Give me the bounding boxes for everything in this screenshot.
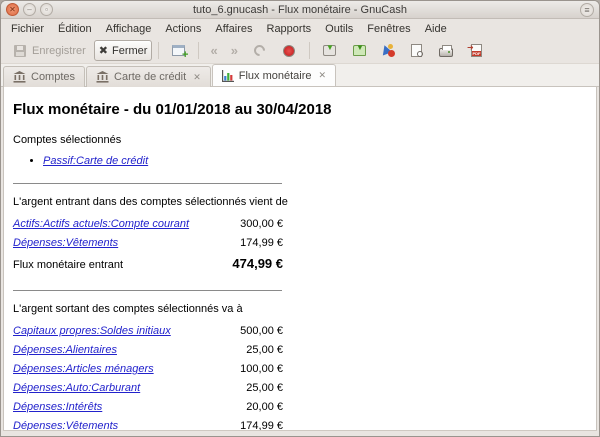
table-row: Dépenses:Vêtements 174,99 € [13, 419, 283, 430]
total-label: Flux monétaire entrant [13, 256, 123, 274]
menu-actions[interactable]: Actions [158, 21, 208, 37]
back-icon: « [210, 44, 217, 57]
table-row: Dépenses:Alientaires 25,00 € [13, 343, 283, 358]
reload-icon [251, 43, 268, 59]
menu-fenetres[interactable]: Fenêtres [360, 21, 417, 37]
export-pdf-icon [468, 43, 485, 59]
selected-accounts-heading: Comptes sélectionnés [13, 134, 596, 146]
chart-icon [222, 70, 234, 82]
report-options-button[interactable] [376, 40, 400, 61]
amount: 300,00 € [240, 217, 283, 232]
tab-comptes[interactable]: Comptes [3, 66, 85, 87]
table-row: Dépenses:Intérêts 20,00 € [13, 400, 283, 415]
divider [13, 290, 282, 291]
toolbar-separator [309, 42, 310, 59]
tab-label: Flux monétaire [239, 70, 312, 82]
account-link[interactable]: Dépenses:Auto:Carburant [13, 381, 140, 396]
total-amount: 474,99 € [232, 255, 283, 273]
forward-icon: » [231, 44, 238, 57]
toolbar-separator [198, 42, 199, 59]
menu-bar: Fichier Édition Affichage Actions Affair… [1, 19, 599, 38]
stop-icon [281, 43, 298, 59]
tab-close-icon[interactable]: ✕ [317, 70, 327, 81]
account-link[interactable]: Actifs:Actifs actuels:Compte courant [13, 217, 189, 232]
amount: 20,00 € [246, 400, 283, 415]
account-link[interactable]: Capitaux propres:Soldes initiaux [13, 324, 171, 339]
account-link[interactable]: Dépenses:Vêtements [13, 236, 118, 251]
menu-fichier[interactable]: Fichier [4, 21, 51, 37]
back-button: « [205, 40, 222, 61]
menu-affaires[interactable]: Affaires [208, 21, 259, 37]
tab-bar: Comptes Carte de crédit ✕ Flux monétaire… [1, 64, 599, 87]
account-link[interactable]: Dépenses:Intérêts [13, 400, 102, 415]
tab-flux-monetaire[interactable]: Flux monétaire ✕ [212, 64, 336, 86]
table-row: Actifs:Actifs actuels:Compte courant 300… [13, 217, 283, 232]
table-row: Dépenses:Articles ménagers 100,00 € [13, 362, 283, 377]
selected-accounts-list: Passif:Carte de crédit [43, 155, 596, 167]
tab-label: Comptes [31, 71, 75, 83]
table-row: Dépenses:Vêtements 174,99 € [13, 236, 283, 251]
amount: 25,00 € [246, 343, 283, 358]
report-title: Flux monétaire - du 01/01/2018 au 30/04/… [13, 101, 596, 118]
tab-label: Carte de crédit [114, 71, 186, 83]
export-as-button[interactable] [346, 40, 373, 61]
menu-rapports[interactable]: Rapports [260, 21, 319, 37]
tab-carte-de-credit[interactable]: Carte de crédit ✕ [86, 66, 211, 87]
save-button: Enregistrer [6, 40, 91, 61]
export-icon [321, 43, 338, 59]
export-as-icon [351, 43, 368, 59]
list-item: Passif:Carte de crédit [43, 155, 596, 167]
inflow-table: Actifs:Actifs actuels:Compte courant 300… [13, 217, 283, 274]
inflow-heading: L'argent entrant dans des comptes sélect… [13, 196, 596, 208]
hamburger-icon: ≡ [584, 5, 589, 15]
report-options-icon [381, 44, 395, 57]
save-icon [11, 43, 28, 59]
divider [13, 183, 282, 184]
close-page-button[interactable]: ✖ Fermer [94, 40, 153, 61]
stop-button[interactable] [276, 40, 303, 61]
window-menu-button[interactable]: ≡ [580, 3, 594, 17]
account-link[interactable]: Dépenses:Vêtements [13, 419, 118, 430]
close-page-icon: ✖ [99, 44, 108, 57]
gnucash-window: tuto_6.gnucash - Flux monétaire - GnuCas… [0, 0, 600, 437]
outflow-table: Capitaux propres:Soldes initiaux 500,00 … [13, 324, 283, 430]
bank-icon [96, 71, 109, 83]
forward-button: » [226, 40, 243, 61]
account-link[interactable]: Dépenses:Articles ménagers [13, 362, 154, 377]
print-icon [438, 43, 455, 59]
menu-aide[interactable]: Aide [418, 21, 454, 37]
tab-close-icon[interactable]: ✕ [191, 72, 201, 83]
export-button[interactable] [316, 40, 343, 61]
menu-affichage[interactable]: Affichage [99, 21, 159, 37]
account-link[interactable]: Passif:Carte de crédit [43, 155, 148, 167]
bank-icon [13, 71, 26, 83]
amount: 500,00 € [240, 324, 283, 339]
table-row: Dépenses:Auto:Carburant 25,00 € [13, 381, 283, 396]
outflow-heading: L'argent sortant des comptes sélectionné… [13, 303, 596, 315]
report-view: Flux monétaire - du 01/01/2018 au 30/04/… [3, 87, 597, 430]
new-report-icon [170, 43, 187, 59]
print-button[interactable] [433, 40, 460, 61]
table-row: Capitaux propres:Soldes initiaux 500,00 … [13, 324, 283, 339]
window-title: tuto_6.gnucash - Flux monétaire - GnuCas… [1, 4, 599, 16]
amount: 174,99 € [240, 236, 283, 251]
menu-outils[interactable]: Outils [318, 21, 360, 37]
toolbar: Enregistrer ✖ Fermer « » [1, 38, 599, 64]
title-bar: tuto_6.gnucash - Flux monétaire - GnuCas… [1, 1, 599, 19]
window-bottom-edge [3, 430, 597, 436]
preview-button[interactable] [403, 40, 430, 61]
toolbar-separator [158, 42, 159, 59]
new-report-button[interactable] [165, 40, 192, 61]
amount: 100,00 € [240, 362, 283, 377]
preview-icon [408, 43, 425, 59]
menu-edition[interactable]: Édition [51, 21, 99, 37]
reload-button[interactable] [246, 40, 273, 61]
account-link[interactable]: Dépenses:Alientaires [13, 343, 117, 358]
amount: 174,99 € [240, 419, 283, 430]
inflow-total-row: Flux monétaire entrant 474,99 € [13, 255, 283, 274]
amount: 25,00 € [246, 381, 283, 396]
export-pdf-button[interactable] [463, 40, 490, 61]
